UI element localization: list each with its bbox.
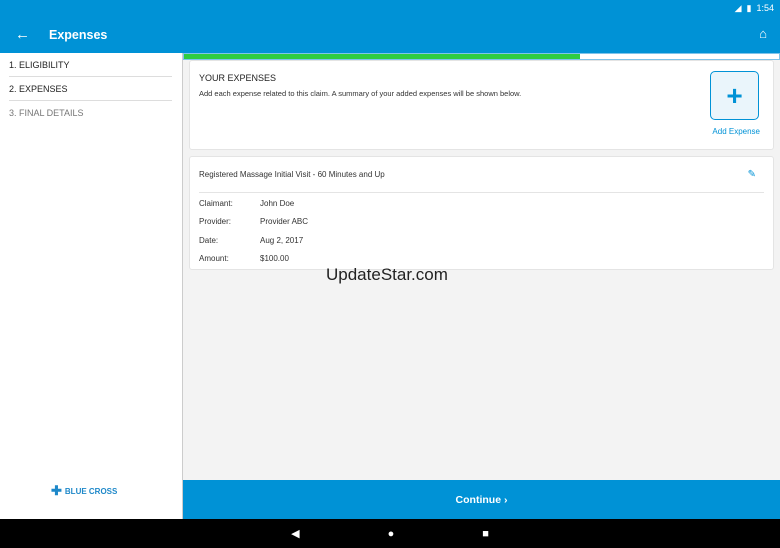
field-row: Date: Aug 2, 2017 xyxy=(199,231,764,250)
home-icon[interactable]: ⌂ xyxy=(759,26,767,41)
back-arrow-icon[interactable]: ← xyxy=(15,26,30,43)
signal-icon: ◢ xyxy=(734,2,742,13)
cross-icon: ✚ xyxy=(51,483,62,498)
field-value: Provider ABC xyxy=(260,217,309,227)
field-label: Claimant: xyxy=(199,198,233,208)
field-value: John Doe xyxy=(260,198,295,208)
nav-back-icon[interactable]: ◀ xyxy=(291,527,299,540)
add-expense-button[interactable]: + xyxy=(710,71,759,120)
blue-cross-logo: ✚ BLUE CROSS xyxy=(51,483,118,498)
clock: 1:54 xyxy=(756,3,774,13)
expenses-summary-card: YOUR EXPENSES Add each expense related t… xyxy=(189,60,774,150)
field-row: Claimant: John Doe xyxy=(199,194,764,213)
step-final-details: 3. FINAL DETAILS xyxy=(9,108,84,118)
steps-sidebar: 1. ELIGIBILITY 2. EXPENSES 3. FINAL DETA… xyxy=(0,53,183,519)
field-label: Provider: xyxy=(199,217,232,227)
android-nav-bar: ◀ ● ■ xyxy=(0,519,780,548)
status-bar: ◢ ▮ 1:54 xyxy=(0,0,780,16)
field-row: Provider: Provider ABC xyxy=(199,213,764,232)
edit-pencil-icon[interactable]: ✎ xyxy=(748,169,756,180)
section-description: Add each expense related to this claim. … xyxy=(199,89,522,98)
expense-title: Registered Massage Initial Visit - 60 Mi… xyxy=(199,170,385,179)
watermark: UpdateStar.com xyxy=(326,265,448,284)
step-eligibility[interactable]: 1. ELIGIBILITY xyxy=(9,53,172,77)
field-value: $100.00 xyxy=(260,254,289,264)
add-expense-label[interactable]: Add Expense xyxy=(712,127,760,136)
field-label: Amount: xyxy=(199,254,229,264)
step-expenses[interactable]: 2. EXPENSES xyxy=(9,77,172,101)
continue-button[interactable]: Continue › xyxy=(183,480,780,519)
nav-recents-icon[interactable]: ■ xyxy=(482,528,489,540)
progress-bar xyxy=(183,53,780,60)
section-heading: YOUR EXPENSES xyxy=(199,73,277,83)
battery-icon: ▮ xyxy=(746,2,752,13)
field-value: Aug 2, 2017 xyxy=(260,235,304,245)
field-label: Date: xyxy=(199,235,219,245)
main-content: YOUR EXPENSES Add each expense related t… xyxy=(183,53,780,480)
expense-card: Registered Massage Initial Visit - 60 Mi… xyxy=(189,156,774,270)
field-row: Amount: $100.00 xyxy=(199,250,764,269)
app-bar: ← Expenses ⌂ xyxy=(0,16,780,53)
plus-icon: + xyxy=(726,79,743,111)
progress-fill xyxy=(184,54,580,59)
page-title: Expenses xyxy=(49,27,108,42)
nav-home-icon[interactable]: ● xyxy=(388,528,395,540)
